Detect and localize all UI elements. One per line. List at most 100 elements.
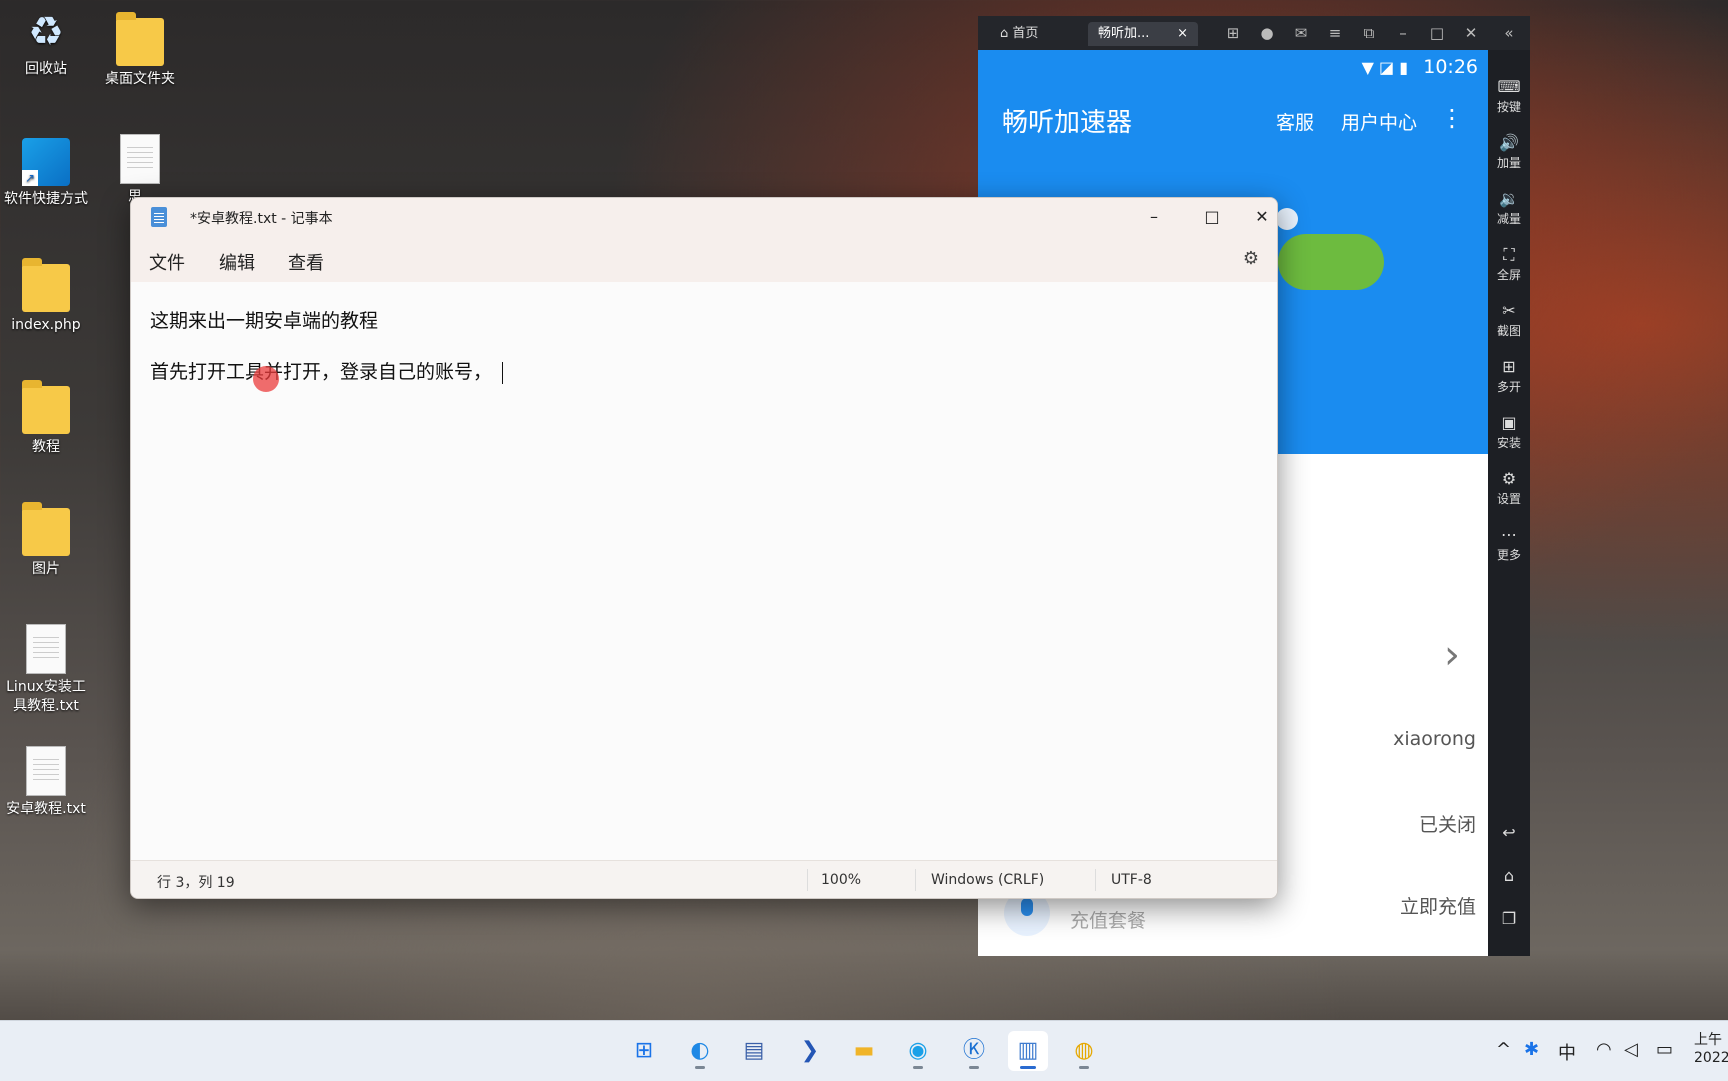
volume-up-icon: 🔊 [1499, 133, 1519, 152]
wifi-icon[interactable]: ◠ [1596, 1039, 1612, 1060]
username-value: xiaorong [1393, 728, 1476, 750]
collapse-sidebar-icon[interactable]: « [1496, 22, 1522, 44]
desktop-icon-android-txt[interactable]: 安卓教程.txt [0, 746, 92, 819]
mouse-click-highlight [253, 366, 279, 392]
divider [1095, 869, 1096, 891]
text-file-icon [26, 746, 66, 796]
app-header: 畅听加速器 客服 用户中心 ⋮ [978, 84, 1488, 154]
desktop-icon-tutorial-folder[interactable]: 教程 [0, 380, 92, 457]
maximize-button[interactable]: □ [1189, 202, 1235, 232]
sidebar-fullscreen[interactable]: ⛶ 全屏 [1488, 244, 1530, 283]
tab-app[interactable]: 畅听加... × [1088, 22, 1198, 46]
menu-icon[interactable]: ≡ [1322, 22, 1348, 44]
desktop-icon-index-php[interactable]: index.php [0, 258, 92, 335]
desktop-icon-recycle-bin[interactable]: ♻ 回收站 [0, 8, 92, 79]
emulator-taskbar-icon[interactable]: ◍ [1064, 1031, 1104, 1071]
chevron-right-icon[interactable]: › [1444, 632, 1460, 678]
restore-icon[interactable]: ⧉ [1356, 22, 1382, 44]
menu-view[interactable]: 查看 [288, 249, 324, 275]
line-text: 首先打开工具并打开，登录自己的账号， [150, 361, 493, 383]
close-tab-icon[interactable]: × [1177, 22, 1188, 46]
file-explorer-icon[interactable]: ▬ [844, 1031, 884, 1071]
text-file-icon [120, 134, 160, 184]
line-text: 这期来出一期安卓端的教程 [150, 310, 379, 332]
network-app-icon[interactable]: ◉ [898, 1031, 938, 1071]
tab-home[interactable]: ⌂ 首页 [990, 22, 1048, 46]
home-nav-icon[interactable]: ⌂ [1488, 865, 1530, 887]
notepad-taskbar-icon[interactable]: ▥ [1008, 1031, 1048, 1071]
cursor-position: 行 3，列 19 [157, 875, 235, 891]
settings-gear-icon[interactable]: ⚙ [1243, 248, 1259, 269]
tab-label: 首页 [1012, 26, 1039, 41]
desktop-icon-folder[interactable]: 桌面文件夹 [94, 12, 186, 89]
recycle-bin-icon: ♻ [28, 9, 64, 55]
gear-icon: ⚙ [1501, 469, 1517, 488]
sidebar-volume-down[interactable]: 🔉 减量 [1488, 188, 1530, 227]
sidebar-screenshot[interactable]: ✂ 截图 [1488, 300, 1530, 339]
minimize-icon[interactable]: – [1390, 22, 1416, 44]
system-clock[interactable]: 上午 2022 [1694, 1031, 1728, 1067]
text-editor-area[interactable]: 这期来出一期安卓端的教程 首先打开工具并打开，登录自己的账号， [131, 282, 1277, 861]
terminal-icon[interactable]: ❯ [790, 1031, 830, 1071]
sidebar-install-apk[interactable]: ▣ 安装 [1488, 412, 1530, 451]
k-app-icon[interactable]: Ⓚ [954, 1031, 994, 1071]
user-icon[interactable]: ● [1254, 22, 1280, 44]
start-windows-icon[interactable]: ⊞ [624, 1031, 664, 1071]
text-line: 这期来出一期安卓端的教程 [150, 306, 378, 333]
nav-customer-service[interactable]: 客服 [1276, 108, 1314, 135]
recharge-now-button[interactable]: 立即充值 [1400, 892, 1476, 919]
fullscreen-icon: ⛶ [1503, 245, 1515, 264]
back-icon[interactable]: ↩ [1488, 822, 1530, 844]
divider [915, 869, 916, 891]
sidebar-label: 全屏 [1496, 268, 1521, 282]
minimize-button[interactable]: – [1131, 202, 1177, 232]
folder-icon [116, 12, 164, 66]
desktop-icon-linux-txt[interactable]: Linux安装工具教程.txt [0, 624, 92, 716]
sidebar-settings[interactable]: ⚙ 设置 [1488, 468, 1530, 507]
zoom-level: 100% [821, 872, 862, 888]
close-icon[interactable]: ✕ [1458, 22, 1484, 44]
ime-indicator[interactable]: 中 [1558, 1039, 1576, 1065]
android-status-bar: ▼ ◪ ▮ 10:26 [978, 50, 1488, 84]
text-caret [502, 361, 504, 384]
chevron-up-icon[interactable]: ^ [1496, 1039, 1511, 1060]
nav-user-center[interactable]: 用户中心 [1341, 108, 1417, 135]
maximize-icon[interactable]: □ [1424, 22, 1450, 44]
connect-button[interactable] [1278, 234, 1384, 290]
desktop-icon-label: index.php [11, 317, 81, 333]
desktop-icon-pictures[interactable]: 图片 [0, 502, 92, 579]
status-time: 10:26 [1423, 56, 1478, 78]
menu-edit[interactable]: 编辑 [219, 249, 255, 275]
close-button[interactable]: ✕ [1247, 202, 1277, 232]
edge-browser-icon[interactable]: ◐ [680, 1031, 720, 1071]
volume-icon[interactable]: ◁ [1624, 1039, 1638, 1060]
recents-icon[interactable]: ❐ [1488, 908, 1530, 930]
battery-icon[interactable]: ▭ [1656, 1039, 1673, 1060]
taskbar: ⊞ ◐ ▤ ❯ ▬ ◉ Ⓚ ▥ ◍ ^ ✱ 中 ◠ ◁ ▭ 上午 2022 [0, 1020, 1728, 1081]
mail-icon[interactable]: ✉ [1288, 22, 1314, 44]
notepad-window: *安卓教程.txt - 记事本 – □ ✕ 文件 编辑 查看 ⚙ 这期来出一期安… [130, 197, 1278, 899]
sidebar-label: 按键 [1496, 100, 1521, 114]
gamepad-icon[interactable]: ⊞ [1220, 22, 1246, 44]
folder-icon [22, 502, 70, 556]
keyboard-icon: ⌨ [1497, 77, 1521, 96]
tab-label: 畅听加... [1098, 26, 1150, 41]
sidebar-label: 设置 [1496, 492, 1521, 506]
sidebar-volume-up[interactable]: 🔊 加量 [1488, 132, 1530, 171]
notepad-titlebar[interactable]: *安卓教程.txt - 记事本 – □ ✕ [131, 198, 1277, 236]
text-line: 首先打开工具并打开，登录自己的账号， [150, 357, 504, 384]
sidebar-multi-instance[interactable]: ⊞ 多开 [1488, 356, 1530, 395]
remote-desktop-icon[interactable]: ▤ [734, 1031, 774, 1071]
text-file-icon [26, 624, 66, 674]
app-title: 畅听加速器 [1002, 108, 1133, 138]
sidebar-more[interactable]: ⋯ 更多 [1488, 524, 1530, 563]
desktop-icon-label: 桌面文件夹 [105, 71, 175, 87]
tray-app-icon[interactable]: ✱ [1524, 1039, 1539, 1060]
menu-file[interactable]: 文件 [149, 249, 185, 275]
more-icon: ⋯ [1501, 525, 1517, 544]
toggle-knob [1276, 208, 1298, 230]
desktop-icon-label: 回收站 [25, 61, 67, 77]
desktop-icon-shortcut[interactable]: 软件快捷方式 [0, 138, 92, 209]
sidebar-keys[interactable]: ⌨ 按键 [1488, 76, 1530, 115]
more-vert-icon[interactable]: ⋮ [1440, 104, 1464, 132]
